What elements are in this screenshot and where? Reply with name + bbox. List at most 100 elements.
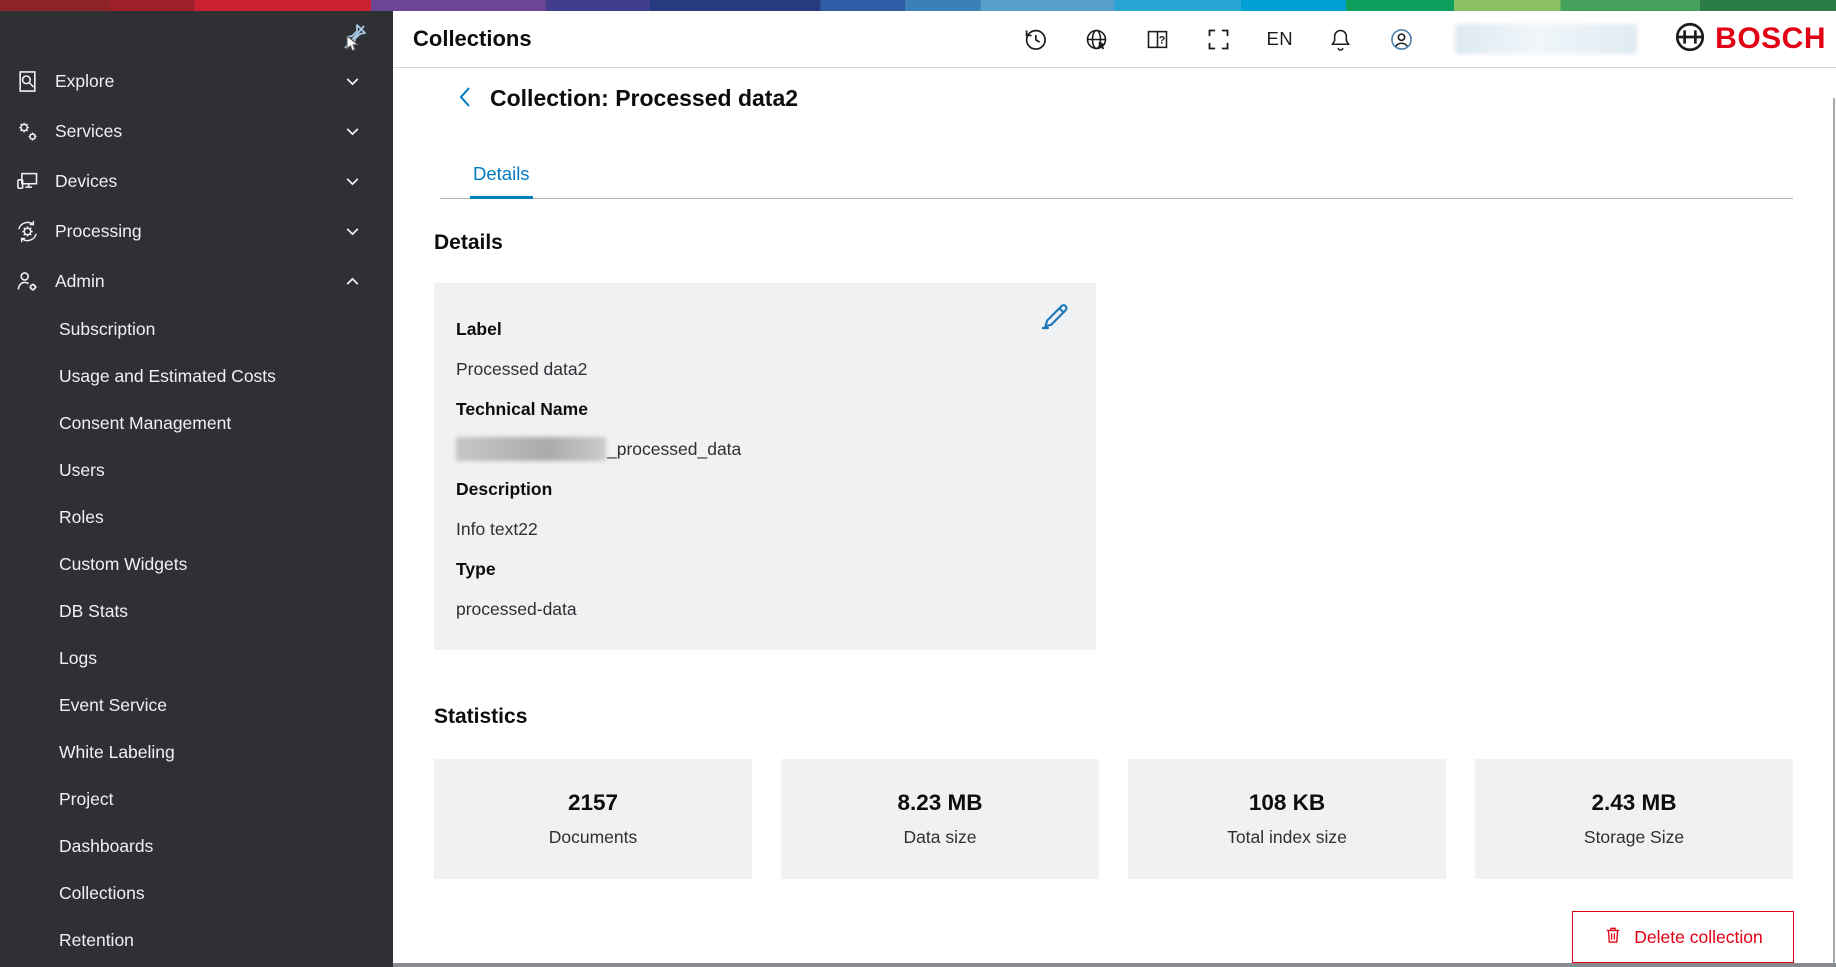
sidebar: Explore Services — [0, 11, 393, 967]
unpin-sidebar-button[interactable] — [333, 19, 373, 59]
subnav-label: Dashboards — [59, 836, 153, 857]
subnav-label: Subscription — [59, 319, 155, 340]
sidebar-item-label: Devices — [55, 171, 117, 192]
processing-gear-sync-icon — [13, 217, 41, 245]
language-selector[interactable]: EN — [1266, 28, 1293, 50]
subnav-label: Custom Widgets — [59, 554, 187, 575]
subnav-label: Retention — [59, 930, 134, 951]
fullscreen-icon — [1205, 41, 1232, 56]
notifications-bell-icon — [1327, 41, 1354, 56]
statistics-section-heading: Statistics — [434, 705, 527, 729]
admin-user-gear-icon — [13, 267, 41, 295]
history-button[interactable] — [1022, 26, 1049, 53]
account-button[interactable] — [1388, 26, 1415, 53]
sidebar-item-custom-widgets[interactable]: Custom Widgets — [0, 541, 393, 588]
tab-bar: Details — [440, 152, 1793, 199]
collection-title: Collection: Processed data2 — [490, 85, 798, 112]
subnav-label: White Labeling — [59, 742, 175, 763]
stat-value: 108 KB — [1249, 790, 1325, 816]
stat-label: Documents — [549, 827, 638, 848]
stat-value: 2157 — [568, 790, 618, 816]
stat-label: Total index size — [1227, 827, 1347, 848]
sidebar-admin-subnav: Subscription Usage and Estimated Costs C… — [0, 306, 393, 964]
chevron-left-icon — [455, 84, 477, 113]
help-manual-button[interactable]: ? — [1144, 26, 1171, 53]
sidebar-item-event-service[interactable]: Event Service — [0, 682, 393, 729]
main-content: Collection: Processed data2 Details Deta… — [393, 68, 1836, 963]
field-description-value: Info text22 — [456, 509, 1066, 549]
subnav-label: Consent Management — [59, 413, 231, 434]
sidebar-item-subscription[interactable]: Subscription — [0, 306, 393, 353]
statistics-cards: 2157 Documents 8.23 MB Data size 108 KB … — [434, 759, 1793, 879]
sidebar-item-devices[interactable]: Devices — [0, 156, 393, 206]
sidebar-item-label: Processing — [55, 221, 142, 242]
chevron-down-icon — [344, 223, 361, 240]
stat-label: Storage Size — [1584, 827, 1684, 848]
sidebar-nav: Explore Services — [0, 56, 393, 964]
subnav-label: DB Stats — [59, 601, 128, 622]
subnav-label: Collections — [59, 883, 145, 904]
field-technical-name-label: Technical Name — [456, 389, 1066, 429]
sidebar-item-processing[interactable]: Processing — [0, 206, 393, 256]
web-globe-button[interactable] — [1083, 26, 1110, 53]
back-button[interactable] — [455, 84, 477, 113]
sidebar-item-label: Admin — [55, 271, 105, 292]
page-title: Collections — [413, 26, 532, 52]
user-name-redacted — [1455, 24, 1637, 54]
devices-screen-icon — [13, 167, 41, 195]
sidebar-item-logs[interactable]: Logs — [0, 635, 393, 682]
edit-details-button[interactable] — [1036, 299, 1072, 335]
sidebar-item-db-stats[interactable]: DB Stats — [0, 588, 393, 635]
subnav-label: Logs — [59, 648, 97, 669]
explore-search-document-icon — [13, 67, 41, 95]
tab-details[interactable]: Details — [470, 152, 533, 199]
technical-name-redacted — [456, 437, 606, 461]
stat-value: 8.23 MB — [897, 790, 982, 816]
bosch-anchor-symbol-icon — [1673, 20, 1707, 59]
notifications-button[interactable] — [1327, 26, 1354, 53]
bosch-supergraphic-stripe — [0, 0, 1836, 11]
subnav-label: Event Service — [59, 695, 167, 716]
sidebar-item-label: Services — [55, 121, 122, 142]
delete-collection-button[interactable]: Delete collection — [1572, 911, 1794, 963]
stat-card-data-size: 8.23 MB Data size — [781, 759, 1099, 879]
sidebar-item-collections[interactable]: Collections — [0, 870, 393, 917]
sidebar-item-dashboards[interactable]: Dashboards — [0, 823, 393, 870]
horizontal-scrollbar[interactable] — [393, 963, 1836, 967]
sidebar-item-admin[interactable]: Admin — [0, 256, 393, 306]
subnav-label: Project — [59, 789, 113, 810]
delete-collection-label: Delete collection — [1634, 927, 1762, 948]
help-manual-icon: ? — [1144, 41, 1171, 56]
header-actions: ? EN — [1022, 20, 1826, 59]
web-globe-icon — [1083, 41, 1110, 56]
vertical-scrollbar[interactable] — [1833, 98, 1835, 967]
details-card: Label Processed data2 Technical Name _pr… — [434, 283, 1096, 650]
sidebar-item-retention[interactable]: Retention — [0, 917, 393, 964]
bosch-logo: BOSCH — [1673, 20, 1826, 59]
trash-icon — [1603, 925, 1623, 950]
field-type-label: Type — [456, 549, 1066, 589]
sidebar-item-project[interactable]: Project — [0, 776, 393, 823]
sidebar-item-users[interactable]: Users — [0, 447, 393, 494]
history-icon — [1022, 41, 1049, 56]
sidebar-item-roles[interactable]: Roles — [0, 494, 393, 541]
sidebar-item-services[interactable]: Services — [0, 106, 393, 156]
chevron-down-icon — [344, 73, 361, 90]
fullscreen-button[interactable] — [1205, 26, 1232, 53]
field-label-value: Processed data2 — [456, 349, 1066, 389]
sidebar-item-label: Explore — [55, 71, 114, 92]
account-person-icon — [1388, 41, 1415, 56]
field-technical-name-value: _processed_data — [456, 429, 1066, 469]
chevron-down-icon — [344, 173, 361, 190]
stat-card-documents: 2157 Documents — [434, 759, 752, 879]
app-root: Explore Services — [0, 0, 1836, 967]
sidebar-item-consent-management[interactable]: Consent Management — [0, 400, 393, 447]
sidebar-item-usage-and-estimated-costs[interactable]: Usage and Estimated Costs — [0, 353, 393, 400]
subnav-label: Usage and Estimated Costs — [59, 366, 276, 387]
sidebar-item-explore[interactable]: Explore — [0, 56, 393, 106]
stat-value: 2.43 MB — [1591, 790, 1676, 816]
sidebar-item-white-labeling[interactable]: White Labeling — [0, 729, 393, 776]
svg-text:?: ? — [1159, 34, 1166, 46]
field-description-label: Description — [456, 469, 1066, 509]
technical-name-suffix: _processed_data — [607, 439, 741, 460]
